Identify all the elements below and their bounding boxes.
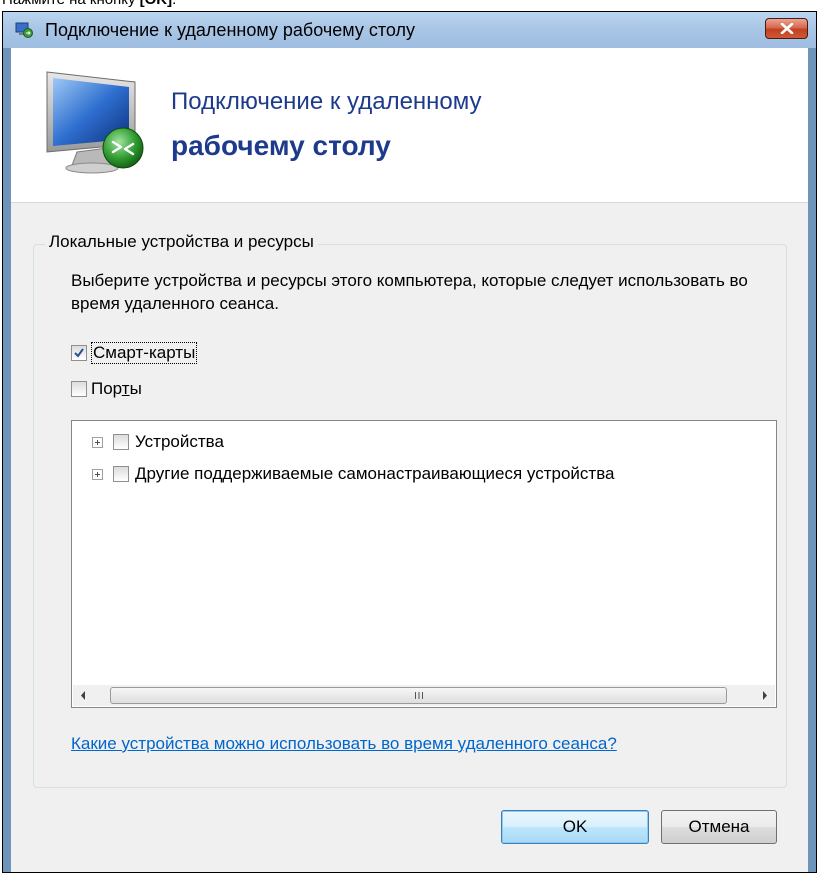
instruction-prefix: Нажмите на кнопку: [2, 0, 140, 8]
ok-button[interactable]: OK: [501, 810, 649, 844]
smartcards-label[interactable]: Смарт-карты: [91, 342, 198, 364]
scroll-grip-icon: [414, 692, 423, 699]
header-title-line2: рабочему столу: [171, 130, 391, 161]
ports-checkbox[interactable]: [71, 381, 87, 397]
title-bar[interactable]: Подключение к удаленному рабочему столу: [3, 12, 816, 48]
header-banner: Подключение к удаленному рабочему столу: [11, 48, 808, 203]
close-icon: [780, 23, 794, 34]
checkmark-icon: [74, 348, 84, 358]
instruction-button-ref: [OK]: [140, 0, 173, 8]
pnp-devices-checkbox[interactable]: [113, 466, 129, 482]
cancel-button[interactable]: Отмена: [661, 810, 777, 844]
devices-tree-view[interactable]: Устройства Другие поддерживаемые самонас…: [71, 420, 777, 708]
instruction-suffix: .: [172, 0, 176, 8]
ports-checkbox-row[interactable]: Порты: [71, 378, 142, 400]
tree-item-pnp-devices[interactable]: Другие поддерживаемые самонастраивающиес…: [92, 463, 615, 485]
close-button[interactable]: [765, 18, 808, 39]
header-title-line1: Подключение к удаленному: [171, 88, 482, 115]
ports-label-part1: Пор: [91, 379, 122, 398]
rdp-dialog-window: Подключение к удаленному рабочему столу: [2, 11, 817, 873]
remote-desktop-icon: [15, 22, 33, 38]
dialog-client-area: Подключение к удаленному рабочему столу …: [11, 48, 808, 872]
devices-checkbox[interactable]: [113, 434, 129, 450]
groupbox-description: Выберите устройства и ресурсы этого комп…: [71, 271, 748, 313]
horizontal-scrollbar[interactable]: [73, 685, 775, 706]
smartcards-checkbox[interactable]: [71, 345, 87, 361]
expand-plus-icon[interactable]: [92, 468, 103, 480]
ports-label-accesskey: т: [121, 379, 130, 398]
remote-desktop-monitor-icon: [46, 71, 144, 174]
scroll-left-arrow-icon[interactable]: [73, 685, 94, 706]
scroll-right-arrow-icon[interactable]: [754, 685, 775, 706]
tree-item-pnp-devices-label: Другие поддерживаемые самонастраивающиес…: [135, 464, 615, 483]
tree-item-devices[interactable]: Устройства: [92, 431, 224, 453]
window-title: Подключение к удаленному рабочему столу: [45, 20, 415, 40]
expand-plus-icon[interactable]: [92, 436, 103, 448]
tree-item-devices-label: Устройства: [135, 432, 224, 451]
help-devices-link[interactable]: Какие устройства можно использовать во в…: [71, 734, 617, 754]
ports-label-part2: ы: [129, 379, 142, 398]
groupbox-title: Локальные устройства и ресурсы: [45, 232, 318, 252]
scrollbar-thumb[interactable]: [110, 687, 727, 704]
ports-label[interactable]: Порты: [91, 379, 142, 399]
smartcards-checkbox-row[interactable]: Смарт-карты: [71, 342, 198, 364]
instruction-text: Нажмите на кнопку [OK].: [2, 0, 176, 7]
